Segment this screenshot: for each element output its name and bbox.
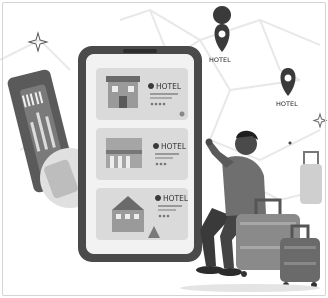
- map-pin-label: HOTEL: [209, 56, 231, 64]
- star-icon: [155, 162, 167, 166]
- star-icon: [158, 214, 170, 218]
- location-pin-icon: [280, 68, 296, 96]
- map-pin-label: HOTEL: [276, 100, 298, 108]
- hotel-card-title: HOTEL: [163, 194, 189, 203]
- hotel-card[interactable]: HOTEL: [96, 188, 189, 240]
- hotel-card-title: HOTEL: [156, 82, 182, 91]
- suitcase-icon: [300, 151, 322, 204]
- sparkle-dot: [288, 141, 292, 145]
- location-pin-icon: [213, 6, 232, 52]
- hotel-booking-illustration: HOTEL HOTEL HOTEL HOTEL HOTEL: [0, 0, 328, 298]
- sparkle-icon: [312, 112, 328, 129]
- hotel-card[interactable]: HOTEL: [96, 68, 188, 120]
- location-pin-icon: [153, 143, 159, 149]
- illustration-canvas: HOTEL HOTEL HOTEL HOTEL HOTEL: [0, 6, 328, 292]
- location-pin-icon: [155, 195, 161, 201]
- hotel-card-title: HOTEL: [161, 142, 187, 151]
- ground-shadow: [180, 284, 320, 292]
- hotel-card[interactable]: HOTEL: [96, 128, 188, 180]
- location-pin-icon: [148, 83, 154, 89]
